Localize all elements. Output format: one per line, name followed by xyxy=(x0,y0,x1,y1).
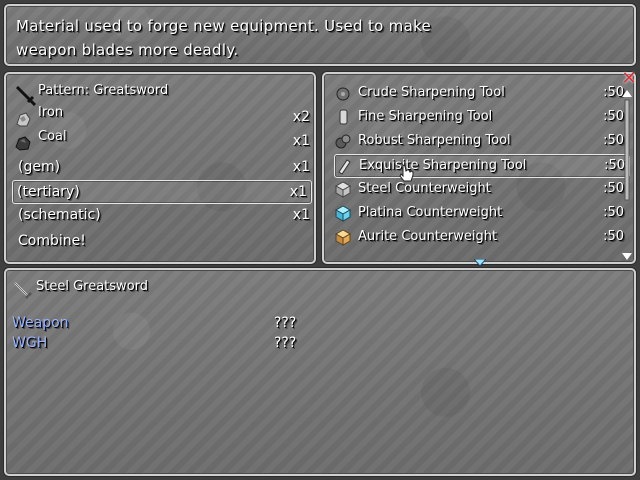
steel-cube-icon xyxy=(334,180,352,198)
tool-name: Crude Sharpening Tool xyxy=(358,85,505,100)
stat-row-weapon: Weapon ??? xyxy=(12,312,312,334)
tool-name: Robust Sharpening Tool xyxy=(358,133,511,148)
tool-qty: :50 xyxy=(603,205,624,220)
coal-icon xyxy=(14,134,32,152)
tool-name: Aurite Counterweight xyxy=(358,229,498,244)
result-item-row: Steel Greatsword xyxy=(12,276,312,299)
close-icon[interactable]: ✕ xyxy=(620,70,638,88)
iron-ore-icon xyxy=(14,110,32,128)
tool-item[interactable]: Fine Sharpening Tool :50 xyxy=(334,106,628,128)
recipe-window: Pattern: Greatsword Iron x2 Coal x1 (gem… xyxy=(4,72,316,264)
ingredient-qty: x1 xyxy=(289,184,307,200)
tool-item[interactable]: Steel Counterweight :50 xyxy=(334,178,628,200)
sword-icon xyxy=(14,84,37,107)
stat-value: ??? xyxy=(274,315,297,331)
ingredient-qty: x1 xyxy=(292,207,310,223)
tool-qty: :50 xyxy=(603,109,624,124)
ingredient-name: (gem) xyxy=(18,159,61,175)
exquisite-tool-icon xyxy=(335,157,353,175)
ingredient-qty: x1 xyxy=(292,159,310,175)
ingredient-name: (schematic) xyxy=(18,207,101,223)
ingredient-row-gem[interactable]: (gem) x1 xyxy=(14,156,310,178)
ingredient-row-tertiary[interactable]: (tertiary) x1 xyxy=(12,180,312,204)
ingredient-name: (tertiary) xyxy=(17,184,80,200)
description-line-1: Material used to forge new equipment. Us… xyxy=(16,17,432,35)
tool-item[interactable]: Robust Sharpening Tool :50 xyxy=(334,130,628,152)
robust-tool-icon xyxy=(334,132,352,150)
tool-qty: :50 xyxy=(603,133,624,148)
pattern-label: Pattern: Greatsword xyxy=(38,83,169,98)
stat-label: WGH xyxy=(12,335,48,351)
aurite-cube-icon xyxy=(334,228,352,246)
stat-value: ??? xyxy=(274,335,297,351)
fine-tool-icon xyxy=(334,108,352,126)
tool-item[interactable]: Aurite Counterweight :50 xyxy=(334,226,628,248)
ingredient-qty: x1 xyxy=(292,133,310,149)
ingredient-name: Coal xyxy=(38,129,67,144)
tool-qty: :50 xyxy=(603,229,624,244)
combine-button[interactable]: Combine! xyxy=(18,230,218,252)
tool-item[interactable]: Platina Counterweight :50 xyxy=(334,202,628,224)
ingredient-name: Iron xyxy=(38,105,64,120)
ingredient-row-coal[interactable]: Coal x1 xyxy=(14,129,310,152)
tool-name: Exquisite Sharpening Tool xyxy=(359,158,527,173)
scroll-down-arrow-icon[interactable] xyxy=(472,252,488,267)
ingredient-qty: x2 xyxy=(292,109,310,125)
stat-row-wgh: WGH ??? xyxy=(12,332,312,354)
description-window: Material used to forge new equipment. Us… xyxy=(4,4,636,66)
result-window: Steel Greatsword Weapon ??? WGH ??? xyxy=(4,268,636,476)
crude-tool-icon xyxy=(334,84,352,102)
tool-item-selected[interactable]: Exquisite Sharpening Tool :50 xyxy=(334,154,630,182)
tools-scrollbar[interactable] xyxy=(622,90,632,260)
greatsword-icon xyxy=(12,280,32,299)
platina-cube-icon xyxy=(334,204,352,222)
tool-item[interactable]: Crude Sharpening Tool :50 xyxy=(334,82,628,104)
tool-name: Platina Counterweight xyxy=(358,205,503,220)
item-description: Material used to forge new equipment. Us… xyxy=(16,14,431,62)
ingredient-row-iron[interactable]: Iron x2 xyxy=(14,105,310,128)
tool-qty: :50 xyxy=(603,181,624,196)
tool-name: Steel Counterweight xyxy=(358,181,491,196)
tools-window: Crude Sharpening Tool :50 Fine Sharpenin… xyxy=(322,72,636,267)
pattern-row: Pattern: Greatsword xyxy=(14,80,304,107)
tool-name: Fine Sharpening Tool xyxy=(358,109,493,124)
ingredient-row-schematic[interactable]: (schematic) x1 xyxy=(14,204,310,226)
stat-label: Weapon xyxy=(12,315,69,331)
description-line-2: weapon blades more deadly. xyxy=(16,41,239,59)
result-item-name: Steel Greatsword xyxy=(36,279,149,294)
